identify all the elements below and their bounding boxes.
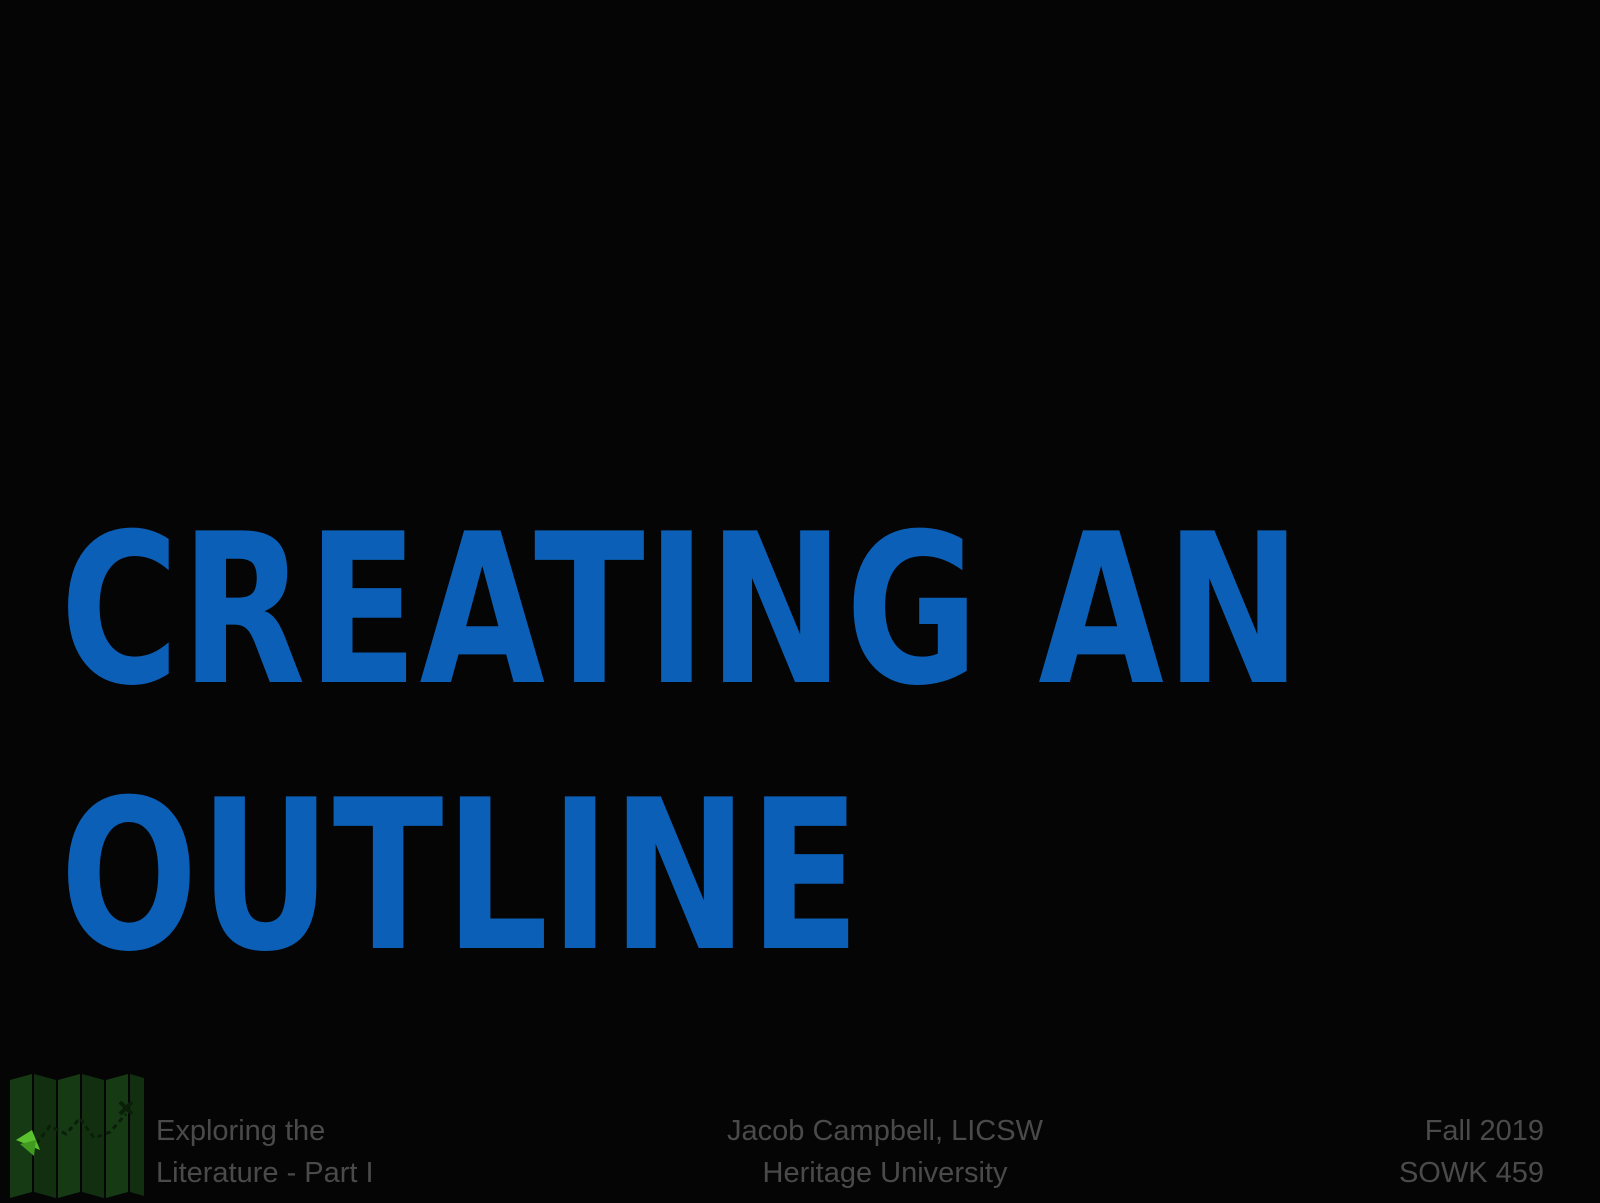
footer-center-line-1: Jacob Campbell, LICSW bbox=[727, 1115, 1043, 1147]
footer-lecture-title: Exploring the Literature - Part I bbox=[156, 1110, 374, 1194]
slide-title-line-1: CREATING AN bbox=[60, 490, 1303, 732]
footer-right-line-2: SOWK 459 bbox=[1398, 1157, 1544, 1189]
footer-center-line-2: Heritage University bbox=[762, 1157, 1008, 1189]
slide: CREATING AN OUTLINE Exploring the Litera… bbox=[0, 0, 1600, 1200]
footer-author: Jacob Campbell, LICSW Heritage Universit… bbox=[600, 1110, 1170, 1194]
footer-left-line-2: Literature - Part I bbox=[156, 1157, 374, 1189]
footer-right-line-1: Fall 2019 bbox=[1424, 1115, 1544, 1147]
footer-left-line-1: Exploring the bbox=[156, 1115, 326, 1147]
treasure-map-icon bbox=[10, 1074, 148, 1198]
slide-title-line-2: OUTLINE bbox=[60, 756, 862, 998]
footer-course-info: Fall 2019 SOWK 459 bbox=[1399, 1110, 1544, 1194]
slide-title: CREATING AN OUTLINE bbox=[60, 478, 1303, 1010]
